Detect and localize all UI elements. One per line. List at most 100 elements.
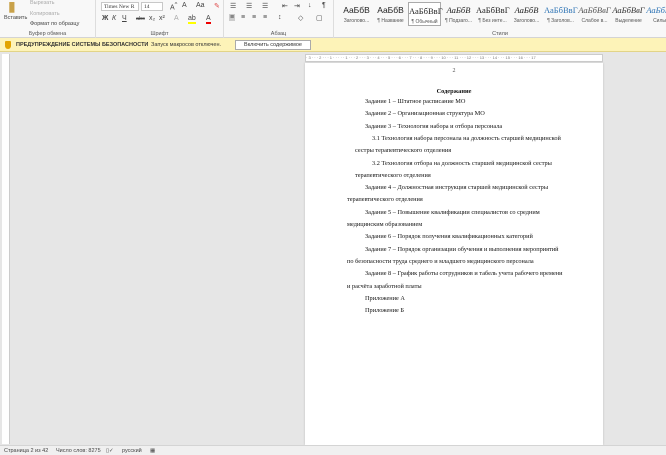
style-preview: АаБбВ	[343, 5, 370, 15]
style-preview: АаБбВвГ	[409, 6, 443, 16]
font-size-select[interactable]: 14	[141, 2, 163, 11]
style-name: Заголово...	[513, 18, 540, 24]
style-preview: АаБбВ	[377, 5, 404, 15]
shrink-font-icon[interactable]: A	[182, 2, 187, 9]
strikethrough-button[interactable]: abc	[136, 16, 145, 22]
toc-line: Задание 6 – Порядок получения квалификац…	[365, 233, 533, 241]
proofing-icon[interactable]: ▯✓	[106, 448, 114, 454]
subscript-button[interactable]: x₂	[149, 15, 155, 22]
style-item[interactable]: АаБбВвГ ¶ Без инте...	[476, 2, 510, 26]
clear-format-icon[interactable]: ✎	[214, 2, 220, 10]
style-item[interactable]: АаБбВвГ Сильн...	[646, 2, 666, 26]
macro-icon[interactable]: ▦	[150, 448, 155, 454]
decrease-indent-icon[interactable]: ⇤	[282, 2, 288, 10]
toc-line: терапевтического отделения	[355, 171, 431, 179]
toc-line: Задание 2 – Организационная структура МО	[365, 110, 485, 118]
style-name: Выделение	[615, 18, 642, 24]
styles-label: Стили	[492, 31, 508, 37]
warning-title: ПРЕДУПРЕЖДЕНИЕ СИСТЕМЫ БЕЗОПАСНОСТИ	[16, 42, 149, 48]
increase-indent-icon[interactable]: ⇥	[294, 2, 300, 10]
style-name: Слабое в...	[581, 18, 608, 24]
font-color-icon[interactable]: A	[206, 15, 211, 24]
style-name: ¶ Подзаго...	[445, 18, 472, 24]
document-page[interactable]: 2 Содержание Задание 1 – Штатное расписа…	[305, 63, 603, 445]
style-name: ¶ Название	[377, 18, 404, 24]
toc-line: Приложение Б	[365, 307, 404, 315]
align-center-icon[interactable]: ≡	[241, 14, 245, 21]
word-count[interactable]: Число слов: 8275	[56, 448, 101, 454]
style-preview: АаБбВвГ	[646, 5, 666, 15]
warning-message: Запуск макросов отключен.	[151, 42, 222, 48]
shading-icon[interactable]: ◇	[298, 14, 303, 22]
style-name: Сильн...	[653, 18, 666, 24]
toc-line: сестры терапевтического отделения	[355, 147, 452, 155]
copy-button[interactable]: Копировать	[30, 11, 60, 17]
security-warning-bar: ПРЕДУПРЕЖДЕНИЕ СИСТЕМЫ БЕЗОПАСНОСТИ Запу…	[0, 38, 666, 52]
style-name: ¶ Заголов...	[547, 18, 574, 24]
style-preview: АаБбВвГ	[612, 5, 645, 15]
ribbon: ▮ Вставить Вырезать Копировать Формат по…	[0, 0, 666, 38]
shield-icon	[5, 41, 11, 49]
justify-icon[interactable]: ≡	[263, 14, 267, 21]
toc-line: и расчёта заработной платы	[347, 282, 422, 290]
align-left-icon[interactable]: ≡	[229, 14, 236, 21]
toc-title: Содержание	[436, 88, 472, 95]
style-item[interactable]: АаБбВ ¶ Название	[374, 2, 407, 26]
enable-content-button[interactable]: Включить содержимое	[235, 40, 311, 50]
toc-line: Задание 8 – График работы сотрудников и …	[365, 270, 563, 278]
styles-group: Стили АаБбВ Заголово... АаБбВ ¶ Название АаБ…	[334, 0, 666, 38]
paste-button[interactable]: Вставить	[4, 15, 27, 21]
style-item[interactable]: АаБбВ ¶ Подзаго...	[442, 2, 475, 26]
toc-line: Задание 7 – Порядок организации обучения…	[365, 245, 559, 253]
clipboard-label: Буфер обмена	[28, 31, 67, 37]
toc-line: медицинским образованием	[347, 221, 423, 228]
style-preview: АаБбВ	[514, 5, 539, 15]
highlight-icon[interactable]: ab	[188, 15, 196, 24]
text-effects-icon[interactable]: A	[174, 15, 179, 22]
cut-button[interactable]: Вырезать	[30, 0, 54, 6]
numbering-icon[interactable]: ☰	[246, 2, 252, 10]
toc-line: Задание 3 – Технология набора и отбора п…	[365, 122, 503, 130]
vertical-ruler[interactable]	[2, 54, 10, 444]
toc-line: по безопасности труда среднего и младшег…	[347, 257, 534, 265]
format-painter-button[interactable]: Формат по образцу	[30, 21, 79, 27]
status-bar: Страница 2 из 42 Число слов: 8275 ▯✓ рус…	[0, 445, 666, 455]
page-count[interactable]: Страница 2 из 42	[4, 448, 48, 454]
style-preview: АаБбВ	[446, 5, 471, 15]
align-right-icon[interactable]: ≡	[252, 14, 256, 21]
style-preview: АаБбВвГ	[476, 5, 510, 15]
paste-icon: ▮	[8, 0, 16, 14]
toc-line: Приложение А	[365, 294, 405, 302]
style-item[interactable]: АаБбВвГ Слабое в...	[578, 2, 611, 26]
style-name: ¶ Без инте...	[478, 18, 507, 24]
horizontal-ruler[interactable]: · 3 · · · 2 · · · 1 · · · · · 1 · · · 2 …	[305, 54, 603, 62]
pilcrow-icon[interactable]: ¶	[322, 2, 326, 9]
borders-icon[interactable]: ▢	[316, 14, 323, 22]
style-item[interactable]: АаБбВ Заголово...	[510, 2, 543, 26]
font-label: Шрифт	[150, 31, 169, 37]
change-case-icon[interactable]: Aa	[196, 2, 205, 9]
style-item[interactable]: АаБбВвГ ¶ Заголов...	[544, 2, 578, 26]
page-number: 2	[452, 68, 456, 74]
bold-button[interactable]: Ж	[102, 15, 108, 22]
language[interactable]: русский	[122, 448, 142, 454]
style-item[interactable]: АаБбВвГ ¶ Обычный	[408, 2, 443, 26]
underline-button[interactable]: Ч	[122, 15, 127, 22]
style-name: ¶ Обычный	[411, 19, 438, 25]
style-item[interactable]: АаБбВвГ Выделение	[612, 2, 645, 26]
multilevel-list-icon[interactable]: ☰	[262, 2, 268, 10]
style-item[interactable]: АаБбВ Заголово...	[340, 2, 373, 26]
sort-icon[interactable]: ↓	[308, 2, 312, 9]
grow-font-icon[interactable]: A^	[170, 2, 177, 11]
toc-line: 3.1 Технология набора персонала на должн…	[372, 134, 561, 142]
italic-button[interactable]: К	[112, 15, 116, 22]
superscript-button[interactable]: x²	[159, 15, 165, 22]
line-spacing-icon[interactable]: ↕	[278, 14, 282, 21]
font-group: Times New R 14 A^ A Aa ✎ Ж К Ч abc x₂ x²…	[96, 0, 224, 38]
style-preview: АаБбВвГ	[578, 5, 611, 15]
font-name-select[interactable]: Times New R	[101, 2, 139, 11]
toc-line: Задание 5 – Повышение квалификации специ…	[365, 208, 540, 216]
bullets-icon[interactable]: ☰	[230, 2, 236, 10]
paragraph-label: Абзац	[270, 31, 287, 37]
toc-line: терапевтического отделения	[347, 196, 423, 204]
